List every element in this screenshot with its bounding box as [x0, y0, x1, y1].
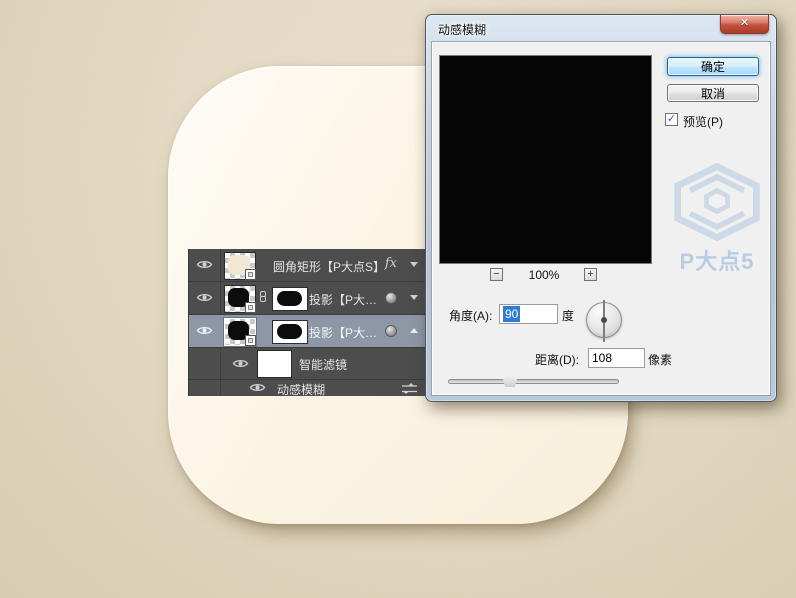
- layer-thumbnail-selected[interactable]: [224, 318, 256, 346]
- layer-mask-thumbnail[interactable]: [272, 287, 308, 311]
- visibility-eye-icon[interactable]: [249, 382, 266, 393]
- smart-filters-label[interactable]: 智能滤镜: [299, 356, 347, 373]
- angle-dial-control[interactable]: [586, 302, 622, 338]
- layer-name[interactable]: 圆角矩形【P大点S】: [273, 258, 385, 275]
- distance-unit-label: 像素: [648, 351, 672, 368]
- layer-row-shadow-2-selected[interactable]: 投影【P大…: [189, 315, 425, 348]
- dialog-body: − 100% + 角度(A): 90 度 距离(D): 108 像素 确定 取消…: [431, 41, 771, 396]
- filter-name[interactable]: 动感模糊: [277, 381, 325, 398]
- layer-mask-thumbnail[interactable]: [272, 320, 308, 344]
- preview-checkbox-label: 预览(P): [683, 113, 723, 130]
- visibility-eye-icon[interactable]: [196, 325, 213, 336]
- visibility-eye-icon[interactable]: [232, 358, 249, 369]
- smart-object-badge-icon: [245, 335, 256, 346]
- angle-dial-center-dot: [601, 317, 607, 323]
- visibility-eye-icon[interactable]: [196, 259, 213, 270]
- filter-preview-image[interactable]: [439, 55, 652, 264]
- chevron-up-icon[interactable]: [410, 328, 418, 333]
- motion-blur-filter-row[interactable]: 动感模糊: [189, 380, 425, 396]
- slider-thumb[interactable]: [503, 374, 517, 387]
- motion-blur-dialog: 动感模糊 ✕ − 100% + 角度(A): 90 度 距离(D): 108 像…: [425, 14, 777, 402]
- pddian5-watermark-logo-icon: [669, 163, 765, 241]
- angle-unit-label: 度: [562, 307, 574, 324]
- angle-value-selected-text: 90: [503, 306, 520, 322]
- dialog-title: 动感模糊: [438, 21, 486, 38]
- ok-button[interactable]: 确定: [667, 57, 759, 76]
- smart-filter-sphere-icon[interactable]: [385, 292, 397, 304]
- layer-effects-fx-icon[interactable]: fx: [385, 256, 397, 271]
- filter-mask-thumbnail[interactable]: [257, 350, 292, 378]
- distance-input[interactable]: 108: [588, 348, 645, 368]
- preview-checkbox[interactable]: ✓: [665, 113, 678, 126]
- layer-thumbnail[interactable]: [224, 252, 256, 280]
- slider-track[interactable]: [448, 379, 619, 384]
- cancel-button[interactable]: 取消: [667, 84, 759, 102]
- watermark-text: P大点5: [665, 244, 769, 276]
- filter-blending-options-icon[interactable]: [402, 383, 417, 394]
- layer-name[interactable]: 投影【P大…: [309, 291, 377, 308]
- smart-object-badge-icon: [245, 302, 256, 313]
- zoom-in-button[interactable]: +: [584, 268, 597, 281]
- layer-thumbnail[interactable]: [224, 285, 256, 313]
- close-button[interactable]: ✕: [720, 15, 769, 34]
- mask-shape-preview: [277, 291, 302, 306]
- mask-link-icon[interactable]: [260, 291, 268, 305]
- layers-panel: 圆角矩形【P大点S】 fx 投影【P大… 投影【P大…: [188, 249, 425, 396]
- smart-filters-row[interactable]: 智能滤镜: [189, 348, 425, 380]
- smart-filter-sphere-icon[interactable]: [385, 325, 397, 337]
- angle-label: 角度(A):: [449, 307, 492, 324]
- layer-row-rounded-rect[interactable]: 圆角矩形【P大点S】 fx: [189, 249, 425, 282]
- distance-label: 距离(D):: [535, 351, 579, 368]
- vector-mask-badge-icon: [245, 269, 256, 280]
- angle-input[interactable]: 90: [499, 304, 558, 324]
- layer-name[interactable]: 投影【P大…: [309, 324, 377, 341]
- chevron-down-icon[interactable]: [410, 295, 418, 300]
- chevron-down-icon[interactable]: [410, 262, 418, 267]
- layer-row-shadow-1[interactable]: 投影【P大…: [189, 282, 425, 315]
- mask-shape-preview: [277, 324, 302, 339]
- distance-slider[interactable]: [448, 374, 619, 388]
- zoom-out-button[interactable]: −: [490, 268, 503, 281]
- zoom-level-value: 100%: [514, 268, 574, 282]
- visibility-eye-icon[interactable]: [196, 292, 213, 303]
